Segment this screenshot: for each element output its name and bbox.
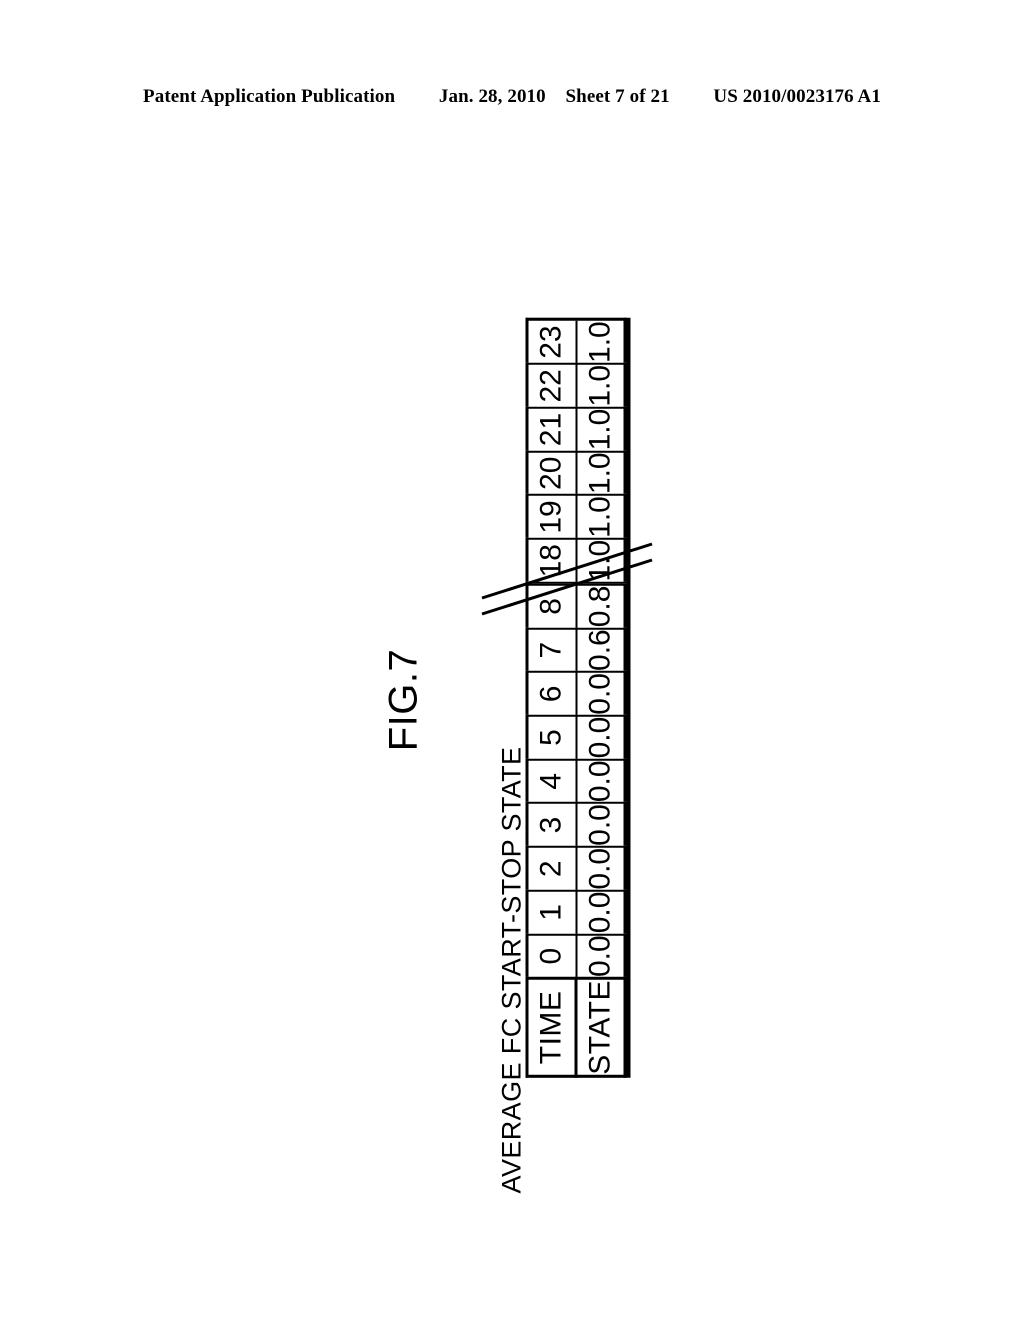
header-sheet: Sheet 7 of 21 <box>565 86 670 107</box>
cell-time-19: 19 <box>527 495 576 539</box>
table-caption: AVERAGE FC START-STOP STATE <box>496 746 527 1194</box>
cell-time-2: 2 <box>527 846 576 891</box>
cell-state-21: 1.0 <box>576 407 625 452</box>
row-header-state: STATE <box>576 978 625 1077</box>
header-doc-number: US 2010/0023176 A1 <box>713 86 881 107</box>
cell-time-3: 3 <box>527 803 576 847</box>
start-stop-state-table: TIME 0 1 2 3 4 5 6 7 8 18 19 20 21 22 23… <box>525 318 627 1078</box>
cell-state-2: 0.0 <box>576 846 625 891</box>
figure-label: FIG.7 <box>381 648 426 752</box>
cell-state-7: 0.6 <box>576 628 625 672</box>
header-date: Jan. 28, 2010 <box>438 86 546 107</box>
cell-state-6: 0.0 <box>576 671 625 716</box>
cell-state-5: 0.0 <box>576 715 625 760</box>
table-row-time: TIME 0 1 2 3 4 5 6 7 8 18 19 20 21 22 23 <box>527 319 576 1077</box>
cell-time-22: 22 <box>527 363 576 408</box>
page-header: Patent Application Publication Jan. 28, … <box>0 86 1024 108</box>
table-row-state: STATE 0.0 0.0 0.0 0.0 0.0 0.0 0.0 0.6 0.… <box>576 319 625 1077</box>
row-header-time: TIME <box>527 978 576 1077</box>
cell-time-23: 23 <box>527 319 576 364</box>
cell-time-5: 5 <box>527 715 576 760</box>
cell-state-19: 1.0 <box>576 495 625 539</box>
cell-state-1: 0.0 <box>576 890 625 935</box>
cell-state-23: 1.0 <box>576 319 625 364</box>
cell-time-7: 7 <box>527 628 576 672</box>
cell-state-break <box>576 582 625 585</box>
cell-time-8: 8 <box>527 584 576 629</box>
table-container: TIME 0 1 2 3 4 5 6 7 8 18 19 20 21 22 23… <box>525 318 627 1078</box>
cell-state-4: 0.0 <box>576 759 625 804</box>
cell-state-3: 0.0 <box>576 803 625 847</box>
cell-state-18: 1.0 <box>576 538 625 583</box>
cell-state-20: 1.0 <box>576 451 625 496</box>
cell-time-break <box>527 582 576 585</box>
cell-state-22: 1.0 <box>576 363 625 408</box>
cell-time-4: 4 <box>527 759 576 804</box>
cell-time-6: 6 <box>527 671 576 716</box>
cell-time-0: 0 <box>527 934 576 979</box>
cell-time-1: 1 <box>527 890 576 935</box>
table-body: TIME 0 1 2 3 4 5 6 7 8 18 19 20 21 22 23… <box>527 319 625 1077</box>
cell-time-20: 20 <box>527 451 576 496</box>
cell-time-18: 18 <box>527 538 576 583</box>
header-publication: Patent Application Publication <box>143 86 396 107</box>
cell-state-0: 0.0 <box>576 934 625 979</box>
cell-state-8: 0.8 <box>576 584 625 629</box>
cell-time-21: 21 <box>527 407 576 452</box>
